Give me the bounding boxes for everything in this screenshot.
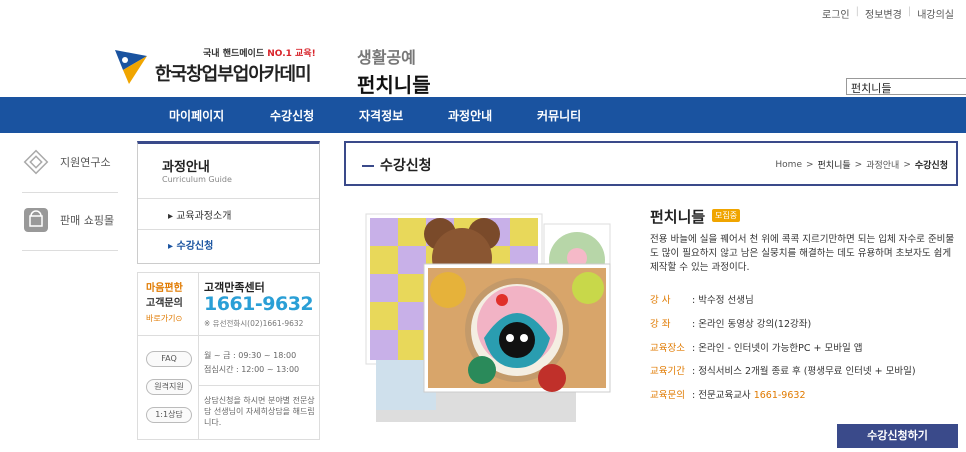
- cs-hours: 월 ~ 금 : 09:30 ~ 18:00 점심시간 : 12:00 ~ 13:…: [204, 351, 300, 374]
- menu-link-enroll[interactable]: ▸ 수강신청: [168, 237, 213, 252]
- info-lecture: 강 좌: 온라인 동영상 강의(12강좌): [650, 319, 812, 330]
- menu-title: 과정안내: [162, 160, 210, 175]
- remote-support-button[interactable]: 원격지원: [146, 379, 192, 395]
- product-description: 전용 바늘에 실을 꿰어서 천 위에 콕콕 지르기만하면 되는 입체 자수로 준…: [650, 234, 955, 273]
- logo-tagline: 국내 핸드메이드 NO.1 교육!: [203, 49, 316, 59]
- menu-link-curriculum[interactable]: ▸ 교육과정소개: [168, 207, 231, 222]
- top-links: 로그인 | 정보변경 | 내강의실: [822, 6, 954, 21]
- quick-inquiry[interactable]: 마음편한 고객문의 바로가기⊙: [146, 281, 183, 326]
- crumb-guide[interactable]: 과정안내: [866, 158, 899, 171]
- rail-item-shop[interactable]: 판매 쇼핑몰: [22, 206, 114, 234]
- login-link[interactable]: 로그인: [822, 6, 850, 21]
- crumb-current: 수강신청: [914, 161, 948, 171]
- crumb-home[interactable]: Home: [775, 160, 802, 170]
- faq-button[interactable]: FAQ: [146, 351, 192, 367]
- one-on-one-button[interactable]: 1:1상담: [146, 407, 192, 423]
- site-logo[interactable]: 국내 핸드메이드 NO.1 교육! 한국창업부업아카데미: [113, 44, 323, 88]
- product-title: 펀치니들: [650, 208, 706, 226]
- diamond-icon: [23, 149, 49, 175]
- nav-mypage[interactable]: 마이페이지: [169, 107, 224, 124]
- customer-center: 마음편한 고객문의 바로가기⊙ 고객만족센터 1661-9632 ※ 유선전화시…: [137, 272, 320, 440]
- page-title: 수강신청: [362, 155, 432, 175]
- nav-enroll[interactable]: 수강신청: [270, 107, 314, 124]
- category-title: 펀치니들: [357, 73, 431, 97]
- info-period: 교육기간: 정식서비스 2개월 종료 후 (평생무료 인터넷 + 모바일): [650, 366, 916, 377]
- main-nav: 마이페이지 수강신청 자격정보 과정안내 커뮤니티: [0, 97, 966, 133]
- nav-community[interactable]: 커뮤니티: [537, 107, 581, 124]
- search-input[interactable]: 펀치니들: [846, 78, 966, 95]
- shopping-bag-icon: [24, 208, 48, 232]
- crumb-punch[interactable]: 펀치니들: [818, 158, 851, 171]
- info-contact: 교육문의: 전문교육교사 1661-9632: [650, 390, 806, 401]
- enroll-button[interactable]: 수강신청하기: [837, 424, 958, 448]
- nav-course-guide[interactable]: 과정안내: [448, 107, 492, 124]
- status-badge: 모집중: [712, 209, 741, 222]
- product-photo-collage: [365, 213, 611, 422]
- content-header: 수강신청 Home > 펀치니들 > 과정안내 > 수강신청: [344, 141, 958, 186]
- edit-info-link[interactable]: 정보변경: [865, 6, 902, 21]
- course-guide-menu: 과정안내 Curriculum Guide ▸ 교육과정소개 ▸ 수강신청: [137, 141, 320, 264]
- category-sub: 생활공예: [357, 48, 416, 67]
- logo-mark-icon: [115, 50, 147, 84]
- breadcrumb: Home > 펀치니들 > 과정안내 > 수강신청: [775, 158, 948, 172]
- cs-note: 상담신청을 하시면 분야별 전문상담 선생님이 자세히상담을 해드립니다.: [204, 396, 315, 427]
- menu-subtitle: Curriculum Guide: [162, 175, 232, 184]
- info-instructor: 강 사: 박수정 선생님: [650, 295, 754, 306]
- info-location: 교육장소: 온라인 - 인터넷이 가능한PC + 모바일 앱: [650, 343, 863, 354]
- nav-certificate[interactable]: 자격정보: [359, 107, 403, 124]
- cs-phone: 1661-9632: [204, 293, 314, 315]
- cs-alt-phone: ※ 유선전화시(02)1661-9632: [204, 319, 304, 328]
- logo-name: 한국창업부업아카데미: [155, 64, 312, 85]
- my-classroom-link[interactable]: 내강의실: [917, 6, 954, 21]
- rail-item-research[interactable]: 지원연구소: [22, 148, 111, 176]
